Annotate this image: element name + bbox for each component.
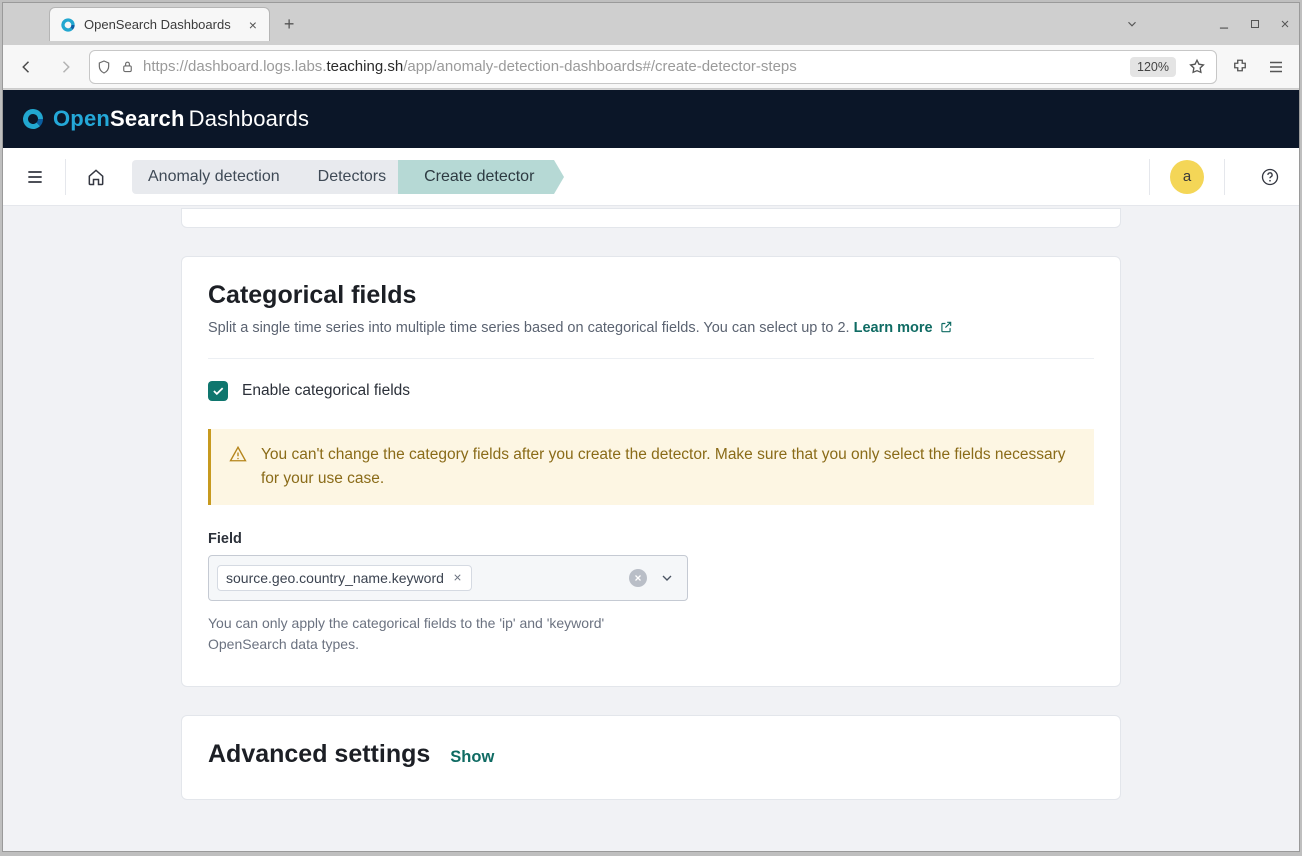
brand-bar: OpenSearchDashboards — [3, 90, 1299, 148]
field-label: Field — [208, 531, 688, 547]
window-controls — [1217, 3, 1291, 45]
warning-callout: You can't change the category fields aft… — [208, 429, 1094, 505]
breadcrumb-anomaly-detection[interactable]: Anomaly detection — [132, 160, 300, 194]
browser-window: OpenSearch Dashboards × + — [2, 2, 1300, 852]
close-tab-icon[interactable]: × — [247, 17, 259, 33]
extensions-icon[interactable] — [1227, 58, 1253, 76]
advanced-title: Advanced settings — [208, 740, 430, 769]
lock-icon — [120, 59, 135, 74]
breadcrumbs: Anomaly detection Detectors Create detec… — [132, 160, 546, 194]
window-minimize-icon[interactable] — [1217, 17, 1231, 31]
browser-tab[interactable]: OpenSearch Dashboards × — [49, 7, 270, 41]
learn-more-link[interactable]: Learn more — [854, 320, 933, 336]
advanced-settings-panel: Advanced settings Show — [181, 715, 1121, 800]
tabs-dropdown-button[interactable] — [1125, 3, 1139, 45]
clear-all-icon[interactable] — [629, 569, 647, 587]
field-combobox[interactable]: source.geo.country_name.keyword — [208, 555, 688, 601]
previous-panel-stub — [181, 208, 1121, 228]
brand-dash: Dashboards — [189, 106, 310, 131]
external-link-icon — [939, 320, 953, 334]
window-close-icon[interactable] — [1279, 18, 1291, 30]
enable-categorical-label: Enable categorical fields — [242, 382, 410, 400]
app-viewport: OpenSearchDashboards Anomaly detection D… — [3, 89, 1299, 851]
toolbar: Anomaly detection Detectors Create detec… — [3, 148, 1299, 206]
brand-open: Open — [53, 106, 110, 131]
addr-row: https://dashboard.logs.labs.teaching.sh/… — [3, 45, 1299, 89]
combobox-chevron-icon[interactable] — [655, 570, 679, 586]
tab-strip: OpenSearch Dashboards × + — [3, 3, 1299, 45]
advanced-show-toggle[interactable]: Show — [450, 748, 494, 767]
enable-categorical-checkbox[interactable] — [208, 381, 228, 401]
categorical-fields-panel: Categorical fields Split a single time s… — [181, 256, 1121, 687]
opensearch-logo-icon — [21, 107, 45, 131]
opensearch-favicon — [60, 17, 76, 33]
field-help-text: You can only apply the categorical field… — [208, 613, 678, 656]
brand-logo[interactable]: OpenSearchDashboards — [21, 106, 309, 132]
address-bar[interactable]: https://dashboard.logs.labs.teaching.sh/… — [89, 50, 1217, 84]
shield-icon — [96, 59, 112, 75]
breadcrumb-detectors[interactable]: Detectors — [292, 160, 406, 194]
tab-title: OpenSearch Dashboards — [84, 17, 231, 32]
nav-toggle-button[interactable] — [15, 157, 55, 197]
warning-icon — [229, 445, 247, 491]
selected-field-text: source.geo.country_name.keyword — [226, 570, 444, 586]
warning-text: You can't change the category fields aft… — [261, 443, 1076, 491]
help-button[interactable] — [1253, 160, 1287, 194]
zoom-badge[interactable]: 120% — [1130, 57, 1176, 77]
panel-subtitle: Split a single time series into multiple… — [208, 318, 1094, 340]
forward-button[interactable] — [51, 53, 79, 81]
remove-pill-icon[interactable] — [452, 572, 463, 583]
bookmark-star-icon[interactable] — [1184, 58, 1210, 76]
brand-search: Search — [110, 106, 185, 131]
page-scroll[interactable]: Categorical fields Split a single time s… — [3, 206, 1299, 851]
back-button[interactable] — [13, 53, 41, 81]
new-tab-button[interactable]: + — [284, 14, 295, 35]
app-menu-icon[interactable] — [1263, 58, 1289, 76]
selected-field-pill: source.geo.country_name.keyword — [217, 565, 472, 591]
panel-title: Categorical fields — [208, 281, 1094, 310]
home-button[interactable] — [76, 157, 116, 197]
window-maximize-icon[interactable] — [1249, 18, 1261, 30]
breadcrumb-create-detector[interactable]: Create detector — [398, 160, 554, 194]
avatar[interactable]: a — [1170, 160, 1204, 194]
url-text: https://dashboard.logs.labs.teaching.sh/… — [143, 58, 1122, 75]
